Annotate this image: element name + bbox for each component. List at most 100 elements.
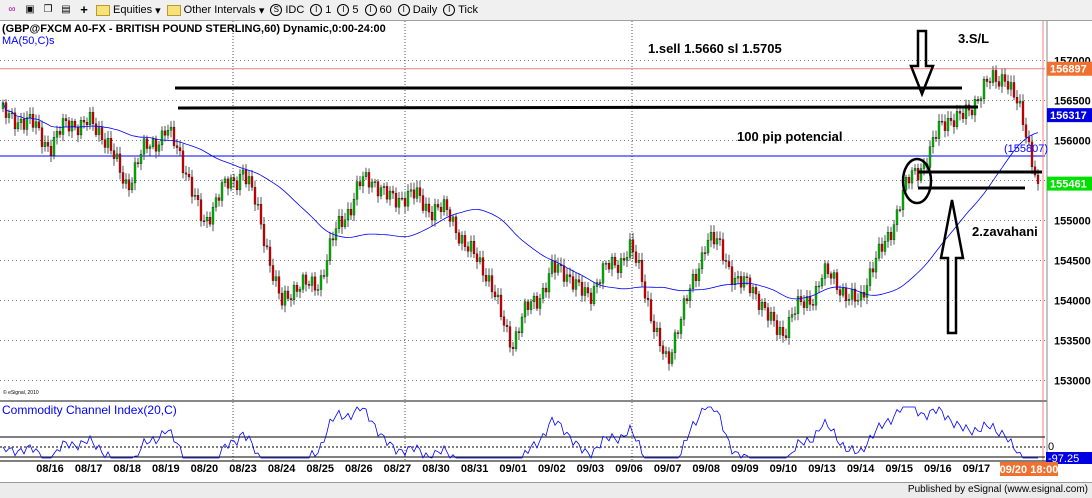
- candle-body: [712, 232, 716, 245]
- candle-body: [856, 299, 860, 302]
- candle-body: [556, 264, 560, 273]
- candle-body: [43, 142, 47, 147]
- candle-body: [610, 257, 614, 270]
- candle-body: [163, 130, 167, 136]
- plus-icon[interactable]: +: [78, 3, 90, 16]
- candle-body: [133, 162, 137, 184]
- y-tick-label: 154000: [1054, 296, 1091, 308]
- candle-body: [289, 298, 293, 300]
- candle-body: [874, 257, 878, 273]
- candle-body: [1036, 174, 1040, 184]
- candle-body: [286, 290, 290, 299]
- candle-body: [634, 251, 638, 263]
- candle-body: [19, 118, 23, 123]
- candle-body: [991, 70, 995, 83]
- candle-body: [232, 177, 236, 181]
- current-time-label: 09/20 18:00: [1000, 464, 1059, 476]
- other-intervals-label: Other Intervals: [183, 4, 256, 16]
- y-tick-label: 155000: [1054, 216, 1091, 228]
- status-text: Published by eSignal (www.esignal.com): [907, 484, 1088, 495]
- candle-body: [76, 127, 80, 136]
- interval-icon: I: [397, 4, 410, 16]
- candle-body: [724, 260, 728, 262]
- candle-body: [283, 290, 287, 306]
- link-icon[interactable]: ∞: [6, 4, 18, 16]
- x-tick-label: 08/20: [191, 463, 219, 475]
- candle-body: [1027, 137, 1031, 143]
- candle-body: [853, 288, 857, 302]
- interval-icon: I: [364, 4, 377, 16]
- candle-body: [520, 316, 524, 333]
- candle-body: [637, 259, 641, 263]
- candle-body: [379, 187, 383, 197]
- ma-label: MA(50,C)s: [2, 35, 55, 47]
- candle-body: [499, 294, 503, 317]
- candle-body: [91, 112, 95, 124]
- candle-body: [181, 150, 185, 174]
- candle-body: [646, 297, 650, 300]
- candle-body: [523, 301, 527, 318]
- candle-body: [940, 121, 944, 123]
- candle-body: [52, 137, 56, 156]
- interval-60[interactable]: I 60: [364, 4, 392, 16]
- candle-body: [103, 139, 107, 148]
- candle-body: [478, 257, 482, 262]
- candle-body: [331, 238, 335, 241]
- candle-body: [79, 120, 83, 136]
- annotation-sl: 3.S/L: [958, 31, 990, 46]
- candle-body: [70, 121, 74, 132]
- interval-icon: I: [443, 4, 456, 16]
- candle-body: [409, 189, 413, 192]
- candle-body: [859, 291, 863, 301]
- candle-body: [715, 238, 719, 245]
- candle-body: [571, 276, 575, 290]
- candle-body: [205, 217, 209, 222]
- candle-body: [85, 121, 89, 126]
- candle-body: [220, 182, 224, 201]
- candle-body: [466, 246, 470, 252]
- interval-daily[interactable]: I Daily: [397, 4, 437, 16]
- candle-body: [907, 177, 911, 184]
- candle-body: [142, 138, 146, 155]
- equities-menu[interactable]: Equities ▾: [96, 4, 161, 17]
- candle-body: [562, 265, 566, 282]
- interval-5[interactable]: I5: [337, 4, 359, 16]
- candle-body: [514, 331, 518, 349]
- candle-body: [196, 195, 200, 200]
- properties-icon[interactable]: ▤: [60, 4, 72, 16]
- candle-body: [820, 278, 824, 287]
- candle-body: [58, 131, 62, 135]
- interval-tick[interactable]: I Tick: [443, 4, 478, 16]
- candle-body: [790, 314, 794, 318]
- candle-body: [445, 199, 449, 210]
- candle-body: [109, 138, 113, 151]
- candle-body: [850, 288, 854, 300]
- candle-body: [100, 127, 104, 140]
- other-intervals-menu[interactable]: Other Intervals ▾: [166, 4, 264, 17]
- candle-body: [781, 327, 785, 336]
- candle-body: [619, 258, 623, 273]
- candle-body: [271, 265, 275, 281]
- candle-body: [436, 204, 440, 208]
- candle-body: [535, 295, 539, 309]
- candle-body: [655, 327, 659, 332]
- candle-body: [895, 209, 899, 225]
- refresh-icon[interactable]: ▣: [24, 4, 36, 16]
- copyright: © eSignal, 2010: [3, 390, 39, 396]
- candle-body: [346, 208, 350, 221]
- candle-body: [613, 257, 617, 266]
- candle-body: [901, 189, 905, 210]
- candle-body: [754, 287, 758, 295]
- candle-body: [442, 199, 446, 213]
- candle-body: [1006, 81, 1010, 90]
- candle-body: [727, 261, 731, 267]
- candle-body: [868, 268, 872, 286]
- candle-body: [418, 187, 422, 196]
- candle-body: [277, 276, 281, 294]
- copy-icon[interactable]: ❐: [42, 4, 54, 16]
- interval-idc[interactable]: S IDC: [270, 4, 304, 16]
- candle-body: [892, 224, 896, 240]
- interval-1[interactable]: I1: [310, 4, 331, 16]
- ma-price-tag: 156317: [1050, 110, 1087, 122]
- candle-body: [601, 263, 605, 284]
